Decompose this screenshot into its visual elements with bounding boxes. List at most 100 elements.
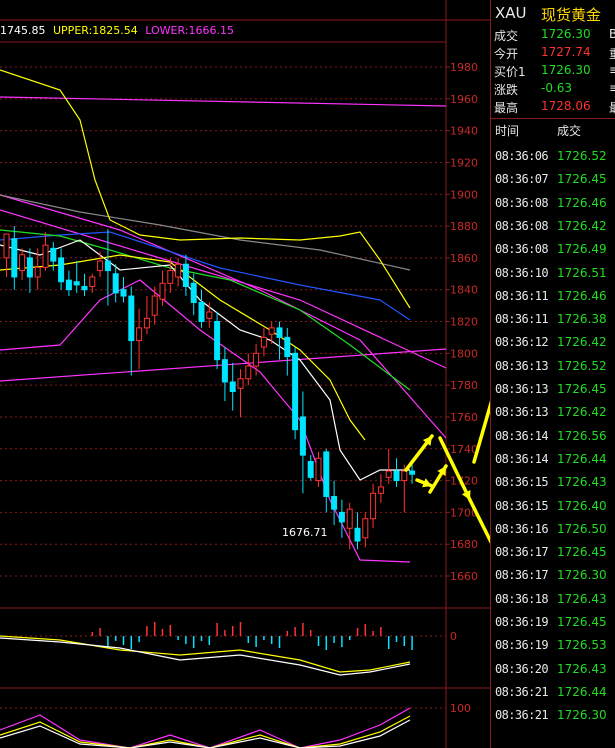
- candle-body: [65, 279, 72, 291]
- tick-row[interactable]: 08:36:14 1726.44: [491, 448, 615, 471]
- tick-time: 08:36:19: [495, 638, 549, 653]
- tick-price: 1726.43: [557, 661, 607, 676]
- candle-body: [81, 286, 88, 291]
- tick-row[interactable]: 08:36:15 1726.43: [491, 471, 615, 494]
- tick-time: 08:36:14: [495, 428, 549, 443]
- tick-row[interactable]: 08:36:13 1726.52: [491, 355, 615, 378]
- quote-row: 买价1 1726.30 ≡: [491, 62, 615, 79]
- axis-tick-label: 1980: [450, 61, 478, 74]
- tick-row[interactable]: 08:36:12 1726.42: [491, 331, 615, 354]
- tick-row[interactable]: 08:36:08 1726.42: [491, 215, 615, 238]
- candle-body: [206, 311, 213, 319]
- kdj-k-line: [0, 719, 411, 748]
- tick-row[interactable]: 08:36:10 1726.51: [491, 262, 615, 285]
- candle-body: [284, 336, 291, 357]
- candle-body: [221, 359, 228, 383]
- candle-body: [11, 238, 18, 278]
- tick-time: 08:36:19: [495, 615, 549, 629]
- candle-body: [237, 378, 244, 389]
- tick-row[interactable]: 08:36:08 1726.49: [491, 238, 615, 261]
- axis-tick-label: 1960: [450, 93, 478, 106]
- tick-row[interactable]: 08:36:11 1726.46: [491, 285, 615, 308]
- tick-price: 1726.52: [557, 149, 607, 163]
- tick-price: 1726.46: [557, 195, 607, 210]
- axis-tick-label: 1800: [450, 347, 478, 360]
- tick-time: 08:36:15: [495, 475, 549, 490]
- ma-long-line: [0, 96, 447, 107]
- candle-body: [120, 289, 127, 297]
- tick-time: 08:36:20: [495, 661, 549, 676]
- candle-body: [307, 460, 314, 478]
- kdj-d-line: [0, 715, 411, 748]
- indicator-lower: LOWER:1666.15: [145, 24, 235, 37]
- tick-price: 1726.30: [557, 708, 607, 723]
- axis-tick-label: 1900: [450, 188, 478, 201]
- candle-body: [253, 352, 260, 367]
- tick-price: 1726.42: [557, 335, 607, 350]
- tick-price: 1726.53: [557, 638, 607, 653]
- tick-price: 1726.46: [557, 288, 607, 303]
- tick-row[interactable]: 08:36:08 1726.46: [491, 192, 615, 215]
- tick-time: 08:36:17: [495, 568, 549, 583]
- tick-time: 08:36:15: [495, 498, 549, 513]
- candle-body: [167, 270, 174, 284]
- ma-yellow-line: [0, 254, 366, 441]
- quote-extra: ≡: [609, 81, 615, 95]
- tick-row[interactable]: 08:36:06 1726.52: [491, 145, 615, 168]
- tick-row[interactable]: 08:36:21 1726.30: [491, 704, 615, 727]
- tick-row[interactable]: 08:36:13 1726.42: [491, 401, 615, 424]
- tick-row[interactable]: 08:36:14 1726.56: [491, 425, 615, 448]
- tick-time: 08:36:14: [495, 451, 549, 466]
- tick-price: 1726.44: [557, 684, 607, 699]
- tick-row[interactable]: 08:36:11 1726.38: [491, 308, 615, 331]
- candle-body: [401, 470, 408, 482]
- tick-row[interactable]: 08:36:20 1726.43: [491, 658, 615, 681]
- tick-time: 08:36:10: [495, 265, 549, 280]
- tick-row[interactable]: 08:36:13 1726.45: [491, 378, 615, 401]
- tick-time: 08:36:08: [495, 242, 549, 257]
- tick-price: 1726.43: [557, 475, 607, 490]
- tick-time: 08:36:11: [495, 288, 549, 303]
- axis-tick-label: 1660: [450, 570, 478, 583]
- candle-body: [136, 327, 143, 342]
- tick-row[interactable]: 08:36:19 1726.45: [491, 611, 615, 634]
- tick-row[interactable]: 08:36:21 1726.44: [491, 681, 615, 704]
- candle-body: [50, 247, 57, 262]
- tick-row[interactable]: 08:36:17 1726.30: [491, 564, 615, 587]
- tick-header-time: 时间: [495, 124, 520, 138]
- candlestick-chart[interactable]: 1980 1960 1940 1920 1900 1880 1860 1840 1820 1800…: [0, 0, 490, 748]
- candle-body: [338, 511, 345, 523]
- candle-body: [128, 295, 135, 342]
- tick-row[interactable]: 08:36:18 1726.43: [491, 588, 615, 611]
- tick-row[interactable]: 08:36:19 1726.53: [491, 634, 615, 657]
- tick-row[interactable]: 08:36:07 1726.45: [491, 168, 615, 191]
- quote-value: 1726.30: [541, 27, 591, 41]
- quote-value: 1726.30: [541, 63, 591, 77]
- tick-price: 1726.30: [557, 568, 607, 583]
- tick-price: 1726.45: [557, 382, 607, 396]
- axis-tick-label: 1840: [450, 284, 478, 297]
- candle-body: [26, 257, 33, 278]
- tick-time: 08:36:12: [495, 335, 549, 350]
- tick-row[interactable]: 08:36:15 1726.40: [491, 495, 615, 518]
- instrument-name: 现货黄金: [541, 6, 602, 24]
- tick-row[interactable]: 08:36:17 1726.45: [491, 541, 615, 564]
- axis-tick-label: 1940: [450, 125, 478, 138]
- candle-body: [331, 495, 338, 510]
- candle-body: [112, 273, 119, 294]
- quote-label: 买价1: [494, 65, 526, 79]
- annotation-arrows: [404, 400, 490, 544]
- low-price-label: 1676.71: [282, 526, 328, 539]
- candle-body: [89, 276, 96, 288]
- tick-price: 1726.42: [557, 218, 607, 233]
- tick-time: 08:36:13: [495, 382, 549, 396]
- candle-body: [229, 381, 236, 392]
- candle-body: [104, 260, 111, 272]
- candle-body: [159, 282, 166, 300]
- axis-tick-label: 1860: [450, 252, 478, 265]
- quote-label: 涨跌: [494, 83, 519, 97]
- kdj-panel: 100: [0, 702, 471, 748]
- tick-price: 1726.51: [557, 265, 607, 280]
- tick-row[interactable]: 08:36:16 1726.50: [491, 518, 615, 541]
- candle-body: [214, 321, 221, 361]
